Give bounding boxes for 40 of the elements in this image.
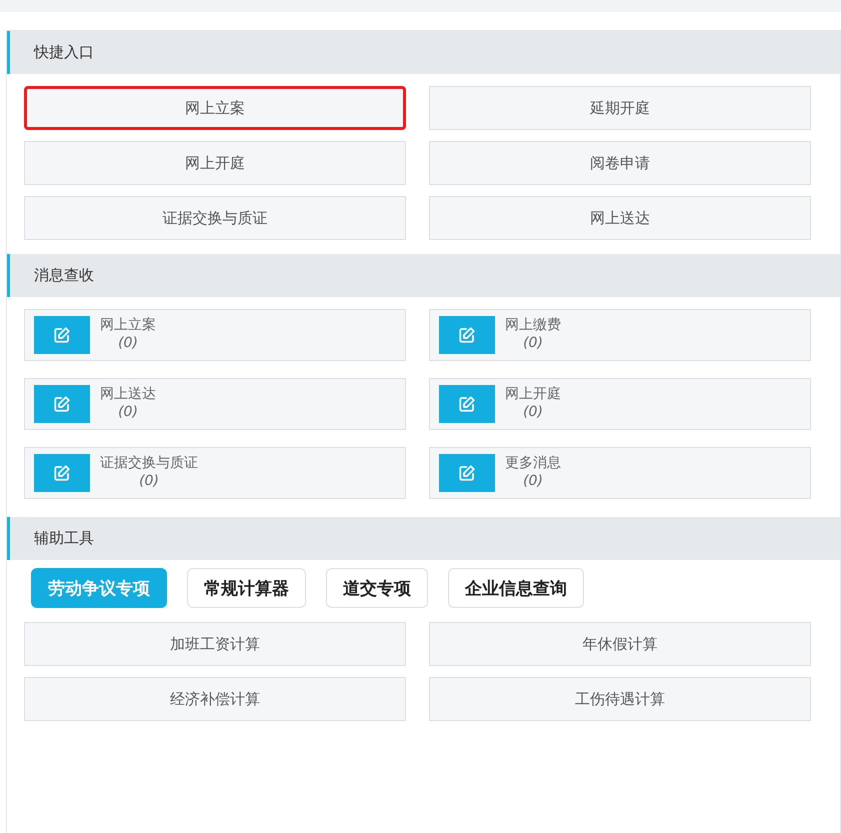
tool-tab[interactable]: 企业信息查询 [448,568,584,608]
edit-icon [458,464,476,482]
edit-icon [53,395,71,413]
message-count: (0) [117,403,139,421]
message-label: 更多消息 [505,454,561,472]
message-card[interactable]: 网上送达 (0) [24,378,406,430]
message-card[interactable]: 网上开庭 (0) [429,378,811,430]
calculator-button[interactable]: 加班工资计算 [24,622,406,666]
message-card[interactable]: 证据交换与质证 (0) [24,447,406,499]
shortcut-button[interactable]: 阅卷申请 [429,141,811,185]
message-card[interactable]: 网上立案 (0) [24,309,406,361]
tool-tab[interactable]: 常规计算器 [187,568,306,608]
edit-icon [458,326,476,344]
message-label: 网上送达 [100,385,156,403]
message-count: (0) [138,472,160,490]
edit-icon [53,464,71,482]
message-card[interactable]: 网上缴费 (0) [429,309,811,361]
message-label: 网上立案 [100,316,156,334]
tool-tab[interactable]: 道交专项 [326,568,428,608]
shortcut-button[interactable]: 网上送达 [429,196,811,240]
calculator-button[interactable]: 工伤待遇计算 [429,677,811,721]
message-count: (0) [522,334,544,352]
section-title: 快捷入口 [34,43,94,62]
section-title: 消息查收 [34,266,94,285]
shortcut-button[interactable]: 网上开庭 [24,141,406,185]
message-label: 证据交换与质证 [100,454,198,472]
message-count: (0) [522,472,544,490]
calculator-button[interactable]: 经济补偿计算 [24,677,406,721]
calculator-button[interactable]: 年休假计算 [429,622,811,666]
edit-icon [458,395,476,413]
message-count: (0) [117,334,139,352]
message-card[interactable]: 更多消息 (0) [429,447,811,499]
section-title: 辅助工具 [34,529,94,548]
shortcut-button[interactable]: 延期开庭 [429,86,811,130]
message-label: 网上开庭 [505,385,561,403]
message-label: 网上缴费 [505,316,561,334]
shortcut-button[interactable]: 证据交换与质证 [24,196,406,240]
shortcut-button[interactable]: 网上立案 [24,86,406,130]
edit-icon [53,326,71,344]
message-count: (0) [522,403,544,421]
